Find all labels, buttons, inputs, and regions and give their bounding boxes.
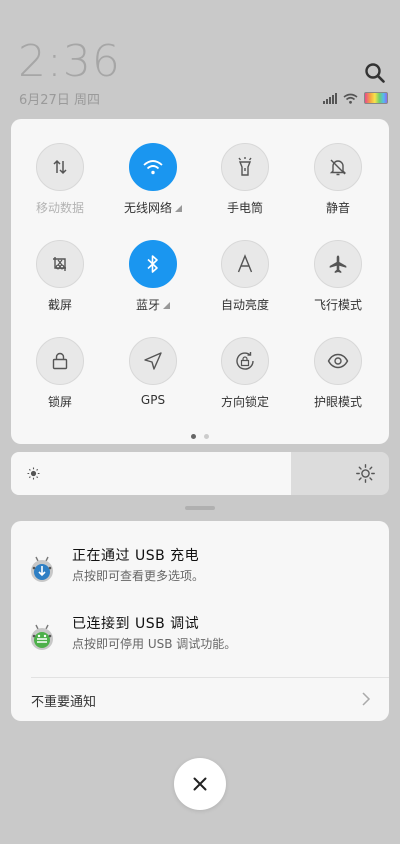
notification-title: 正在通过 USB 充电 [72,548,200,564]
tile-label: 锁屏 [47,395,72,409]
tile-label: 移动数据 [35,201,84,215]
tile-airplane[interactable]: 飞行模式 [293,240,383,313]
tile-auto-brightness[interactable]: 自动亮度 [200,240,290,313]
signal-icon [323,92,337,104]
flashlight-icon [221,143,269,191]
status-bar-icons [323,91,388,105]
mobile-data-icon [36,143,84,191]
brightness-low-icon [27,467,40,480]
expand-arrow-icon [163,302,170,309]
notification-title: 已连接到 USB 调试 [72,616,200,632]
gps-icon [129,337,177,385]
close-icon [193,777,207,791]
brightness-fill [11,452,291,495]
notification-subtitle: 点按即可停用 USB 调试功能。 [72,637,237,651]
clock-time[interactable]: 2:36 [18,38,121,86]
date-text[interactable]: 6月27日 周四 [19,89,100,108]
brightness-high-icon [356,464,375,483]
quick-settings-panel: 移动数据 无线网络 手电筒 静音 截屏 蓝牙 自动亮度 飞行模式 锁屏 GPS … [11,119,389,444]
clear-all-button[interactable] [174,758,226,810]
tile-label: 手电筒 [226,201,263,215]
auto-brightness-icon [221,240,269,288]
notification-usb-charging[interactable]: 正在通过 USB 充电 点按即可查看更多选项。 [11,543,389,603]
tile-wifi[interactable]: 无线网络 [108,143,198,216]
tile-label: 无线网络 [108,199,198,216]
notification-panel: 正在通过 USB 充电 点按即可查看更多选项。 已连接到 USB 调试 点按即可… [11,521,389,721]
search-icon[interactable] [364,62,386,84]
notification-subtitle: 点按即可查看更多选项。 [72,569,205,583]
wifi-icon [129,143,177,191]
wifi-status-icon [343,93,358,104]
bluetooth-icon [129,240,177,288]
tile-screenshot[interactable]: 截屏 [15,240,105,313]
divider [31,677,389,678]
tile-label: 蓝牙 [108,296,198,313]
tile-flashlight[interactable]: 手电筒 [200,143,290,216]
tile-lock-screen[interactable]: 锁屏 [15,337,105,410]
tile-eye-care[interactable]: 护眼模式 [293,337,383,410]
page-dot[interactable] [204,434,209,439]
tile-rotation-lock[interactable]: 方向锁定 [200,337,290,410]
mute-bell-icon [314,143,362,191]
android-usb-icon [31,556,53,582]
unimportant-notifications-link[interactable]: 不重要通知 [31,691,96,710]
tile-label: 静音 [325,201,350,215]
tile-gps[interactable]: GPS [108,337,198,407]
airplane-icon [314,240,362,288]
battery-icon [364,92,388,104]
tile-mute[interactable]: 静音 [293,143,383,216]
tile-label: 护眼模式 [313,395,362,409]
eye-icon [314,337,362,385]
page-indicator [11,434,389,439]
chevron-right-icon[interactable] [361,691,371,707]
tile-mobile-data[interactable]: 移动数据 [15,143,105,216]
tile-label: 飞行模式 [313,298,362,312]
tile-bluetooth[interactable]: 蓝牙 [108,240,198,313]
tile-label: 自动亮度 [220,298,269,312]
drag-handle[interactable] [185,506,215,510]
expand-arrow-icon [175,205,182,212]
screenshot-icon [36,240,84,288]
android-debug-icon [31,624,53,650]
rotation-lock-icon [221,337,269,385]
brightness-slider[interactable] [11,452,389,495]
tile-label: 方向锁定 [220,395,269,409]
tile-label: 截屏 [47,298,72,312]
page-dot[interactable] [191,434,196,439]
lock-icon [36,337,84,385]
notification-usb-debugging[interactable]: 已连接到 USB 调试 点按即可停用 USB 调试功能。 [11,611,389,671]
tile-label: GPS [140,393,166,407]
